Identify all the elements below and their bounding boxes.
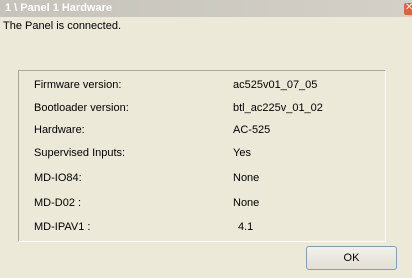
info-row-bootloader: Bootloader version: btl_ac225v_01_02 <box>19 98 385 118</box>
info-label: Supervised Inputs: <box>34 147 126 159</box>
info-row-md-ipav1: MD-IPAV1 : 4.1 <box>19 217 385 237</box>
hardware-info-panel: Firmware version: ac525v01_07_05 Bootloa… <box>18 70 386 242</box>
info-value: None <box>233 172 260 184</box>
hardware-dialog: 1 \ Panel 1 Hardware ✕ The Panel is conn… <box>0 0 412 278</box>
info-value: 4.1 <box>238 221 254 233</box>
info-label: MD-IPAV1 : <box>34 221 91 233</box>
info-row-md-io84: MD-IO84: None <box>19 168 385 188</box>
title-bar[interactable]: 1 \ Panel 1 Hardware ✕ <box>0 0 412 17</box>
ok-button[interactable]: OK <box>306 246 397 270</box>
info-row-firmware: Firmware version: ac525v01_07_05 <box>19 75 385 95</box>
close-button[interactable]: ✕ <box>404 3 412 15</box>
info-value: Yes <box>233 147 251 159</box>
info-label: Bootloader version: <box>34 102 129 114</box>
info-label: MD-IO84: <box>34 172 82 184</box>
info-value: btl_ac225v_01_02 <box>233 102 323 114</box>
info-label: Hardware: <box>34 124 85 136</box>
info-label: Firmware version: <box>34 79 122 91</box>
info-row-hardware: Hardware: AC-525 <box>19 120 385 140</box>
close-icon: ✕ <box>405 3 412 13</box>
info-row-md-d02: MD-D02 : None <box>19 193 385 213</box>
info-value: AC-525 <box>233 124 271 136</box>
info-value: ac525v01_07_05 <box>233 79 318 91</box>
window-title: 1 \ Panel 1 Hardware <box>5 2 112 14</box>
info-value: None <box>233 197 260 209</box>
info-row-supervised-inputs: Supervised Inputs: Yes <box>19 143 385 163</box>
info-label: MD-D02 : <box>34 197 82 209</box>
connection-status: The Panel is connected. <box>3 20 122 32</box>
